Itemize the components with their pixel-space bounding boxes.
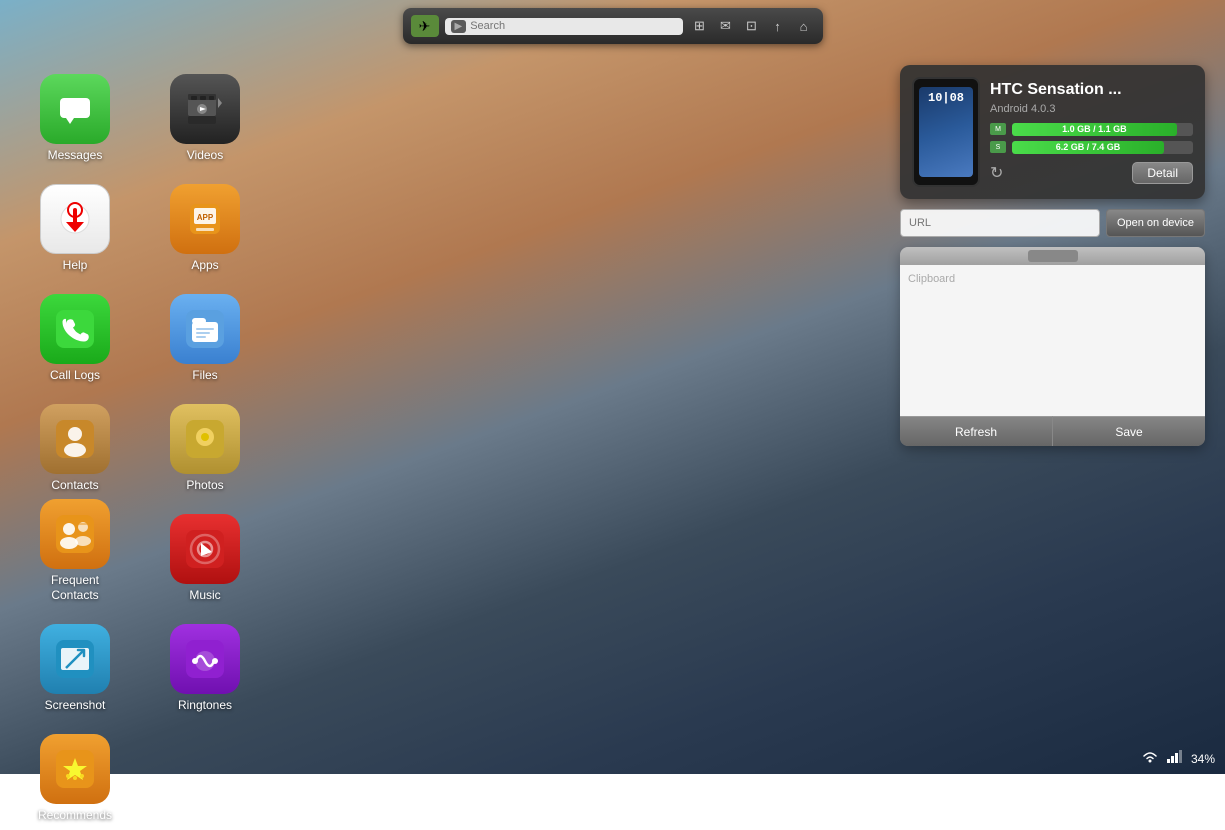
device-info: HTC Sensation ... Android 4.0.3 M 1.0 GB… bbox=[990, 81, 1193, 184]
videos-label: Videos bbox=[187, 148, 223, 162]
calllogs-label: Call Logs bbox=[50, 368, 100, 382]
mail-icon[interactable]: ✉ bbox=[715, 15, 737, 37]
calllogs-icon bbox=[40, 294, 110, 364]
files-icon bbox=[170, 294, 240, 364]
phone-screen: 10|08 bbox=[919, 87, 973, 177]
clipboard-save-button[interactable]: Save bbox=[1053, 416, 1205, 446]
frequent-label: Frequent Contacts bbox=[51, 573, 99, 602]
recommends-label: Recommends bbox=[38, 808, 112, 822]
device-name: HTC Sensation ... bbox=[990, 81, 1193, 99]
clipboard-label: Clipboard bbox=[908, 273, 955, 285]
memory-row: M 1.0 GB / 1.1 GB bbox=[990, 123, 1193, 136]
clipboard-footer: Refresh Save bbox=[900, 416, 1205, 446]
clipboard-textarea[interactable] bbox=[908, 273, 1197, 403]
clipboard-refresh-button[interactable]: Refresh bbox=[900, 416, 1053, 446]
photos-label: Photos bbox=[186, 478, 223, 492]
app-photos[interactable]: Photos bbox=[140, 390, 270, 500]
clipboard-top bbox=[900, 247, 1205, 265]
memory-label: 1.0 GB / 1.1 GB bbox=[1062, 124, 1127, 134]
app-grid: Messages Videos Help APP Apps Call Logs … bbox=[10, 60, 270, 830]
help-label: Help bbox=[63, 258, 88, 272]
app-calllogs[interactable]: Call Logs bbox=[10, 280, 140, 390]
url-input[interactable] bbox=[900, 209, 1100, 237]
contacts-icon bbox=[40, 404, 110, 474]
app-frequent[interactable]: Frequent Contacts bbox=[10, 500, 140, 610]
screenshot-icon bbox=[40, 624, 110, 694]
app-files[interactable]: Files bbox=[140, 280, 270, 390]
memory-bar: 1.0 GB / 1.1 GB bbox=[1012, 123, 1177, 136]
upload-icon[interactable]: ↑ bbox=[767, 15, 789, 37]
storage-bar: 6.2 GB / 7.4 GB bbox=[1012, 141, 1164, 154]
home-icon[interactable]: ⌂ bbox=[793, 15, 815, 37]
music-icon bbox=[170, 514, 240, 584]
app-apps[interactable]: APP Apps bbox=[140, 170, 270, 280]
right-panel: 10|08 HTC Sensation ... Android 4.0.3 M … bbox=[900, 65, 1205, 446]
open-on-device-button[interactable]: Open on device bbox=[1106, 209, 1205, 237]
storage-label: 6.2 GB / 7.4 GB bbox=[1056, 142, 1121, 152]
battery-percentage: 34% bbox=[1191, 752, 1215, 766]
device-image: 10|08 bbox=[912, 77, 980, 187]
play-button[interactable]: ▶ bbox=[451, 20, 467, 33]
app-videos[interactable]: Videos bbox=[140, 60, 270, 170]
app-ringtones[interactable]: Ringtones bbox=[140, 610, 270, 720]
clipboard-body: Clipboard bbox=[900, 265, 1205, 416]
clipboard-clip bbox=[1028, 250, 1078, 262]
messages-icon bbox=[40, 74, 110, 144]
screenshot-label: Screenshot bbox=[45, 698, 106, 712]
toolbar: ✈ ▶ ⊞ ✉ ⊡ ↑ ⌂ bbox=[403, 8, 823, 44]
device-icon[interactable]: ⊡ bbox=[741, 15, 763, 37]
videos-icon bbox=[170, 74, 240, 144]
app-screenshot[interactable]: Screenshot bbox=[10, 610, 140, 720]
clipboard-card: Clipboard Refresh Save bbox=[900, 247, 1205, 446]
help-icon bbox=[40, 184, 110, 254]
app-help[interactable]: Help bbox=[10, 170, 140, 280]
wifi-icon bbox=[1141, 749, 1159, 768]
app-contacts[interactable]: Contacts bbox=[10, 390, 140, 500]
ringtones-icon bbox=[170, 624, 240, 694]
ringtones-label: Ringtones bbox=[178, 698, 232, 712]
system-tray: 34% bbox=[1141, 749, 1215, 768]
apps-icon: APP bbox=[170, 184, 240, 254]
messages-label: Messages bbox=[48, 148, 103, 162]
storage-icon: S bbox=[990, 141, 1006, 153]
recommends-icon bbox=[40, 734, 110, 804]
search-wrap: ▶ bbox=[445, 18, 683, 35]
music-label: Music bbox=[189, 588, 220, 602]
memory-icon: M bbox=[990, 123, 1006, 135]
storage-bar-wrap: 6.2 GB / 7.4 GB bbox=[1012, 141, 1193, 154]
app-messages[interactable]: Messages bbox=[10, 60, 140, 170]
device-actions: ↻ Detail bbox=[990, 162, 1193, 184]
photos-icon bbox=[170, 404, 240, 474]
phone-time: 10|08 bbox=[928, 91, 964, 105]
app-music[interactable]: Music bbox=[140, 500, 270, 610]
app-recommends[interactable]: Recommends bbox=[10, 720, 140, 830]
files-label: Files bbox=[192, 368, 217, 382]
apps-label: Apps bbox=[191, 258, 218, 272]
app-logo[interactable]: ✈ bbox=[411, 15, 439, 37]
memory-bar-wrap: 1.0 GB / 1.1 GB bbox=[1012, 123, 1193, 136]
device-card: 10|08 HTC Sensation ... Android 4.0.3 M … bbox=[900, 65, 1205, 199]
device-os: Android 4.0.3 bbox=[990, 103, 1193, 115]
signal-icon bbox=[1167, 749, 1183, 768]
storage-row: S 6.2 GB / 7.4 GB bbox=[990, 141, 1193, 154]
detail-button[interactable]: Detail bbox=[1132, 162, 1193, 184]
url-bar: Open on device bbox=[900, 209, 1205, 237]
search-input[interactable] bbox=[470, 20, 676, 32]
device-refresh-icon[interactable]: ↻ bbox=[990, 163, 1003, 183]
toolbar-icons: ⊞ ✉ ⊡ ↑ ⌂ bbox=[689, 15, 815, 37]
grid-icon[interactable]: ⊞ bbox=[689, 15, 711, 37]
frequent-icon bbox=[40, 499, 110, 569]
svg-text:APP: APP bbox=[197, 213, 214, 222]
contacts-label: Contacts bbox=[51, 478, 98, 492]
